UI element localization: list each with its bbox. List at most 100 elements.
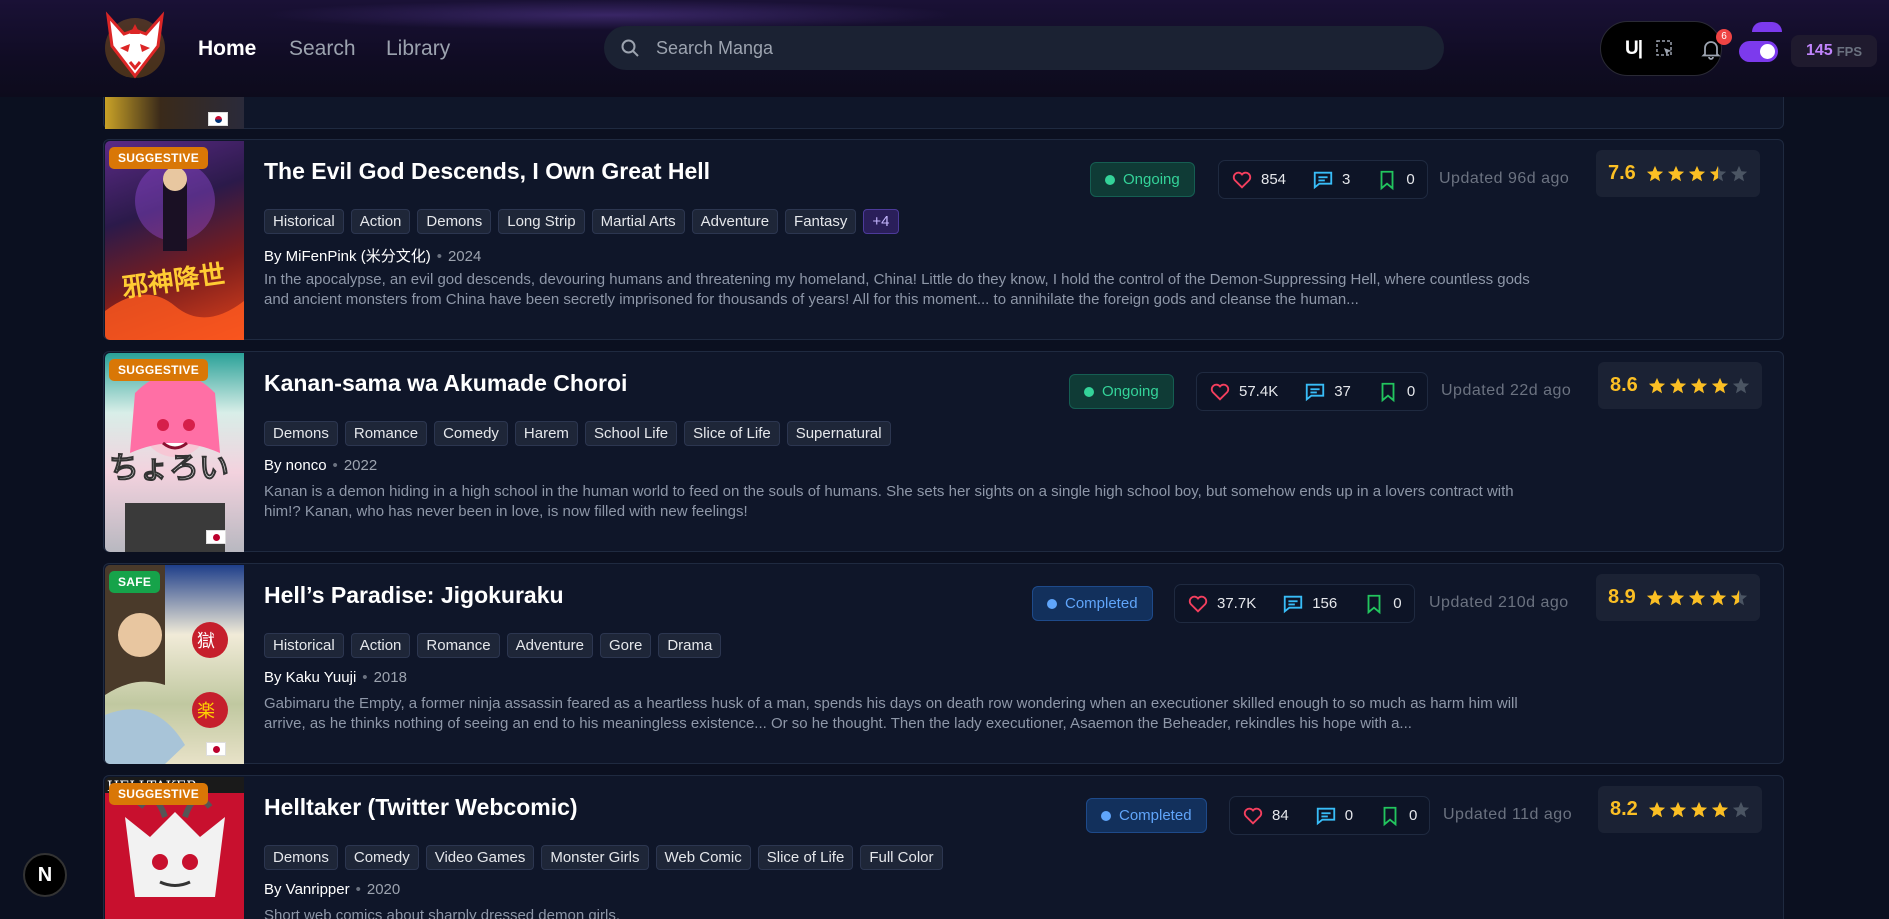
comment-icon[interactable] — [1282, 593, 1304, 615]
cover-image[interactable]: HELLTAKER SUGGESTIVE — [105, 777, 244, 919]
manga-card[interactable]: 邪神降世 SUGGESTIVE The Evil God Descends, I… — [103, 139, 1784, 340]
genre-tag[interactable]: Adventure — [691, 209, 779, 234]
notification-count-badge: 6 — [1716, 29, 1732, 45]
heart-icon[interactable] — [1209, 381, 1231, 403]
cover-image[interactable]: 獄 楽 SAFE — [105, 565, 244, 764]
manga-title[interactable]: Helltaker (Twitter Webcomic) — [264, 794, 578, 821]
bookmarks-count: 0 — [1406, 383, 1416, 400]
genre-tag[interactable]: Demons — [417, 209, 492, 234]
bookmark-icon[interactable] — [1363, 593, 1385, 615]
genre-tag[interactable]: Monster Girls — [541, 845, 649, 870]
manga-title[interactable]: The Evil God Descends, I Own Great Hell — [264, 158, 710, 185]
genre-tag[interactable]: Comedy — [434, 421, 508, 446]
genre-tag[interactable]: Long Strip — [498, 209, 585, 234]
genre-tag[interactable]: Video Games — [425, 845, 535, 870]
manga-card[interactable]: ちょろい SUGGESTIVE Kanan-sama wa Akumade Ch… — [103, 351, 1784, 552]
more-tags-button[interactable]: +4 — [863, 209, 899, 234]
top-nav-bar: Home Search Library Search Manga U| 6 14… — [0, 0, 1889, 97]
year: 2022 — [343, 457, 378, 474]
comment-icon[interactable] — [1304, 381, 1326, 403]
genre-tag[interactable]: Demons — [264, 421, 338, 446]
bookmarks-count: 0 — [1393, 595, 1402, 612]
nav-home[interactable]: Home — [198, 37, 256, 61]
genre-tag[interactable]: Demons — [264, 845, 338, 870]
star-rating — [1646, 589, 1748, 607]
star-icon — [1669, 377, 1686, 393]
genre-tag[interactable]: Adventure — [506, 633, 593, 658]
cover-image[interactable]: ちょろい SUGGESTIVE — [105, 353, 244, 552]
fox-mask-logo-icon[interactable] — [100, 10, 170, 82]
updated-time: Updated 11d ago — [1443, 806, 1573, 823]
manga-title[interactable]: Hell’s Paradise: Jigokuraku — [264, 582, 564, 609]
star-icon — [1646, 589, 1663, 605]
genre-tag[interactable]: School Life — [584, 421, 678, 446]
genre-tag[interactable]: Harem — [514, 421, 578, 446]
content-rating-badge: SUGGESTIVE — [109, 359, 209, 381]
description: Gabimaru the Empty, a former ninja assas… — [264, 695, 1518, 732]
comments-count: 0 — [1344, 807, 1354, 824]
dev-indicator-button[interactable]: N — [23, 853, 67, 897]
updated-time: Updated 210d ago — [1429, 594, 1569, 611]
manga-card[interactable]: 獄 楽 SAFE Hell’s Paradise: Jigokuraku Com… — [103, 563, 1784, 764]
likes-count: 37.7K — [1217, 595, 1257, 612]
genre-tag[interactable]: Full Color — [860, 845, 943, 870]
rating-box: 8.6 — [1598, 362, 1762, 409]
cover-image[interactable] — [105, 97, 244, 129]
rating-box: 8.2 — [1598, 786, 1762, 833]
bookmarks-count: 0 — [1409, 807, 1418, 824]
star-rating — [1648, 801, 1750, 819]
genre-tag[interactable]: Historical — [264, 209, 344, 234]
genre-tag[interactable]: Drama — [658, 633, 722, 658]
bookmark-icon[interactable] — [1376, 169, 1398, 191]
heart-icon[interactable] — [1231, 169, 1253, 191]
comments-count: 3 — [1342, 171, 1351, 188]
rating-box: 7.6 — [1596, 150, 1760, 197]
status-badge: Ongoing — [1069, 374, 1174, 409]
stats-group: 854 3 0 — [1218, 160, 1428, 199]
tools-label: U| — [1625, 37, 1643, 59]
genre-tag[interactable]: Slice of Life — [684, 421, 780, 446]
star-icon — [1730, 165, 1747, 181]
search-input[interactable]: Search Manga — [604, 26, 1444, 70]
cover-image[interactable]: 邪神降世 SUGGESTIVE — [105, 141, 244, 340]
genre-tag[interactable]: Martial Arts — [591, 209, 685, 234]
heart-icon[interactable] — [1242, 805, 1264, 827]
theme-toggle[interactable] — [1739, 41, 1778, 62]
cover-art: ちょろい — [109, 373, 230, 552]
cover-art: 獄 楽 — [105, 565, 228, 764]
avatar[interactable] — [1752, 22, 1782, 32]
author[interactable]: By Kaku Yuuji — [264, 669, 356, 686]
select-element-icon[interactable] — [1656, 39, 1674, 58]
nav-search[interactable]: Search — [289, 37, 356, 61]
genre-tag[interactable]: Comedy — [344, 845, 419, 870]
heart-icon[interactable] — [1187, 593, 1209, 615]
status-label: Completed — [1119, 807, 1192, 824]
manga-card[interactable]: HELLTAKER SUGGESTIVE Helltaker (Twitter … — [103, 775, 1784, 919]
search-icon — [621, 39, 639, 57]
genre-tag[interactable]: Romance — [344, 421, 428, 446]
genre-tag[interactable]: Action — [350, 633, 411, 658]
genre-tag[interactable]: Action — [350, 209, 411, 234]
genre-tag[interactable]: Slice of Life — [757, 845, 854, 870]
star-icon — [1690, 377, 1707, 393]
svg-text:獄: 獄 — [197, 631, 215, 652]
manga-title[interactable]: Kanan-sama wa Akumade Choroi — [264, 370, 627, 397]
nav-library[interactable]: Library — [386, 37, 450, 61]
star-icon — [1688, 165, 1705, 181]
author[interactable]: By nonco — [264, 457, 327, 474]
genre-tag[interactable]: Gore — [599, 633, 652, 658]
genre-tag[interactable]: Web Comic — [655, 845, 751, 870]
bookmark-icon[interactable] — [1379, 805, 1401, 827]
genre-tag[interactable]: Supernatural — [786, 421, 891, 446]
genre-tag[interactable]: Romance — [417, 633, 500, 658]
bookmark-icon[interactable] — [1377, 381, 1399, 403]
author[interactable]: By Vanripper — [264, 881, 350, 898]
author-line: By Vanripper • 2020 — [264, 881, 401, 898]
comment-icon[interactable] — [1315, 805, 1337, 827]
author[interactable]: By MiFenPink (米分文化) — [264, 248, 431, 265]
comments-count: 37 — [1334, 383, 1351, 400]
genre-tag[interactable]: Fantasy — [785, 209, 857, 234]
genre-tag[interactable]: Historical — [264, 633, 344, 658]
cover-art: 邪神降世 — [105, 161, 244, 340]
comment-icon[interactable] — [1312, 169, 1334, 191]
